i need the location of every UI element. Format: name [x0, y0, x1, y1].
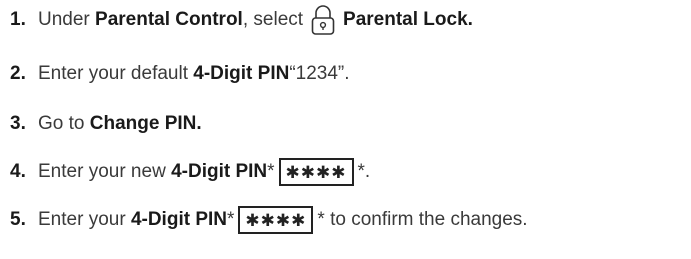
step-text: Go to: [38, 113, 85, 134]
step-text: Enter your default: [38, 63, 188, 84]
pin-label: 4-Digit PIN: [171, 161, 268, 182]
menu-name-change-pin: Change PIN.: [89, 113, 202, 134]
step-number: 1.: [10, 9, 26, 30]
step-3: 3. Go to Change PIN.: [10, 106, 202, 142]
menu-name-parental-control: Parental Control: [95, 9, 243, 30]
instruction-steps: 1. Under Parental Control, select Parent…: [0, 0, 691, 259]
step-number: 4.: [10, 161, 26, 182]
step-text: *: [227, 209, 235, 230]
step-5: 5. Enter your 4-Digit PIN * ✱✱✱✱ * to co…: [10, 202, 528, 238]
pin-entry-box: ✱✱✱✱: [238, 206, 314, 234]
step-text: Enter your new: [38, 161, 166, 182]
step-number: 2.: [10, 63, 26, 84]
step-1: 1. Under Parental Control, select Parent…: [10, 2, 473, 38]
step-text: Enter your: [38, 209, 126, 230]
pin-label: 4-Digit PIN: [130, 209, 227, 230]
padlock-icon: [309, 3, 337, 37]
step-number: 3.: [10, 113, 26, 134]
step-number: 5.: [10, 209, 26, 230]
step-4: 4. Enter your new 4-Digit PIN * ✱✱✱✱ *.: [10, 154, 370, 190]
pin-entry-box: ✱✱✱✱: [278, 158, 354, 186]
step-text: , select: [242, 9, 304, 30]
step-text: *: [267, 161, 275, 182]
step-text: “1234”.: [289, 63, 350, 84]
step-2: 2. Enter your default 4-Digit PIN “1234”…: [10, 56, 350, 92]
step-text: *.: [357, 161, 371, 182]
step-text: * to confirm the changes.: [317, 209, 528, 230]
menu-name-parental-lock: Parental Lock.: [343, 9, 473, 30]
pin-label: 4-Digit PIN: [193, 63, 290, 84]
step-text: Under: [38, 9, 90, 30]
